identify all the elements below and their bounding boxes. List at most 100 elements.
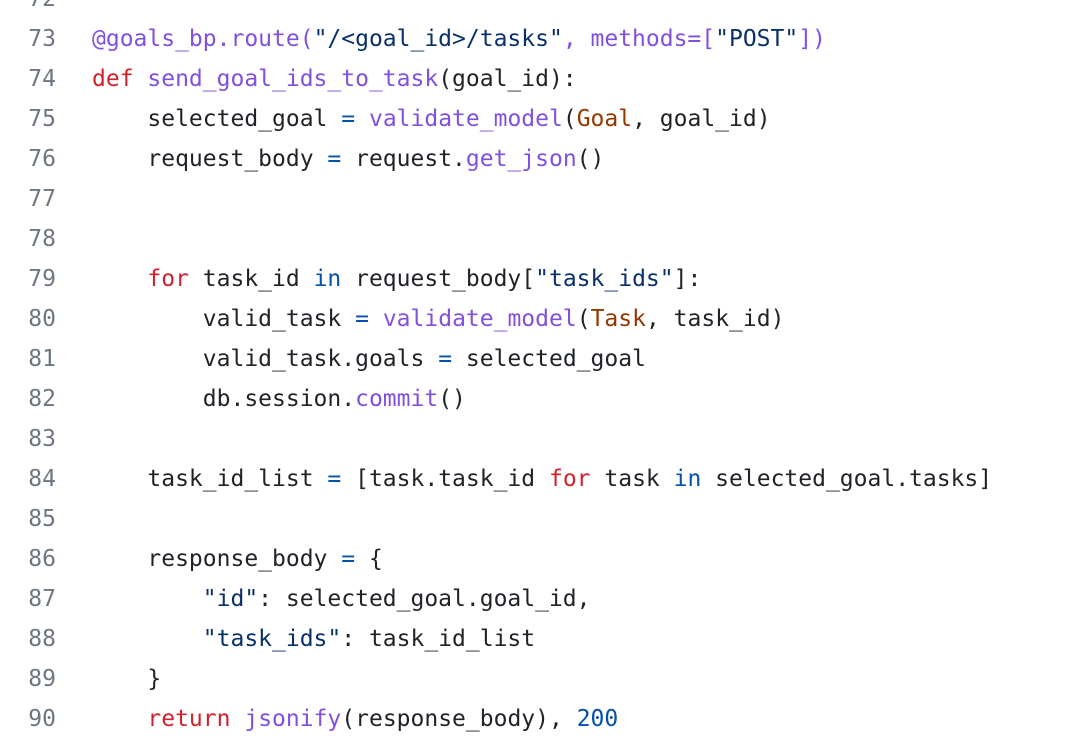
code-token-keyword: return xyxy=(147,706,231,732)
code-token-plain: ( xyxy=(562,106,577,132)
code-text: } xyxy=(56,659,161,699)
code-token-func: commit xyxy=(355,386,439,412)
line-number: 79 xyxy=(28,266,56,292)
code-line: 89 } xyxy=(0,659,992,699)
code-token-decorator: , methods=[ xyxy=(562,26,716,52)
code-token-func: validate_model xyxy=(368,106,563,132)
code-text: def send_goal_ids_to_task(goal_id): xyxy=(56,59,577,99)
code-token-plain: : selected_goal.goal_id, xyxy=(258,586,591,612)
code-token-plain: response_body xyxy=(92,546,342,572)
code-text: db.session.commit() xyxy=(56,379,466,419)
code-token-plain: task xyxy=(590,466,674,492)
code-line: 90 return jsonify(response_body), 200 xyxy=(0,699,992,739)
line-number: 73 xyxy=(28,26,56,52)
code-line: 76 request_body = request.get_json() xyxy=(0,139,992,179)
code-token-func: send_goal_ids_to_task xyxy=(147,66,439,92)
code-token-decorator: ]) xyxy=(798,26,826,52)
code-text: valid_task.goals = selected_goal xyxy=(56,339,646,379)
code-token-func: validate_model xyxy=(382,306,577,332)
code-token-operator: = xyxy=(327,466,342,492)
code-token-keyword: for xyxy=(147,266,189,292)
line-number: 86 xyxy=(28,546,56,572)
code-line: 75 selected_goal = validate_model(Goal, … xyxy=(0,99,992,139)
code-text: return jsonify(response_body), 200 xyxy=(56,699,618,739)
line-number: 83 xyxy=(28,426,56,452)
code-token-plain: (goal_id): xyxy=(438,66,577,92)
code-line: 85 xyxy=(0,499,992,539)
code-line: 81 valid_task.goals = selected_goal xyxy=(0,339,992,379)
code-line: 84 task_id_list = [task.task_id for task… xyxy=(0,459,992,499)
code-token-plain: request_body xyxy=(92,146,328,172)
line-number: 90 xyxy=(28,706,56,732)
code-token-plain: task_id_list xyxy=(92,466,328,492)
line-number: 72 xyxy=(0,0,56,19)
line-number: 82 xyxy=(28,386,56,412)
code-token-class: Task xyxy=(590,306,646,332)
code-token-plain: selected_goal xyxy=(92,106,342,132)
line-number: 80 xyxy=(28,306,56,332)
code-token-plain: } xyxy=(92,666,162,692)
code-text: "task_ids": task_id_list xyxy=(56,619,535,659)
code-token-plain: task_id xyxy=(188,266,314,292)
code-token-plain: request. xyxy=(341,146,466,172)
code-token-string: "task_ids" xyxy=(535,266,674,292)
code-text: "id": selected_goal.goal_id, xyxy=(56,579,591,619)
line-number: 76 xyxy=(28,146,56,172)
code-token-operator: = xyxy=(341,546,356,572)
code-token-plain: ( xyxy=(576,306,591,332)
code-token-operator: = xyxy=(438,346,453,372)
code-line: 82 db.session.commit() xyxy=(0,379,992,419)
line-number: 84 xyxy=(28,466,56,492)
code-text: request_body = request.get_json() xyxy=(56,139,604,179)
code-line: 77 xyxy=(0,179,992,219)
code-token-string: "task_ids" xyxy=(202,626,342,652)
code-token-plain: valid_task xyxy=(92,306,356,332)
code-lines: 72 73@goals_bp.route("/<goal_id>/tasks", … xyxy=(0,0,992,739)
line-number: 89 xyxy=(28,666,56,692)
code-token-plain: (response_body), xyxy=(341,706,577,732)
code-text: @goals_bp.route("/<goal_id>/tasks", meth… xyxy=(56,19,826,59)
code-token-plain: db.session. xyxy=(92,386,356,412)
line-number: 85 xyxy=(28,506,56,532)
code-token-plain: : task_id_list xyxy=(341,626,536,652)
code-token-number: 200 xyxy=(576,706,619,732)
line-number: 74 xyxy=(28,66,56,92)
code-token-operator: = xyxy=(327,146,342,172)
code-token-string: "POST" xyxy=(715,26,799,52)
code-token-plain: selected_goal xyxy=(452,346,646,372)
code-line: 79 for task_id in request_body["task_ids… xyxy=(0,259,992,299)
code-line: 83 xyxy=(0,419,992,459)
code-text: for task_id in request_body["task_ids"]: xyxy=(56,259,701,299)
code-token-plain: { xyxy=(355,546,383,572)
code-token-plain: selected_goal.tasks] xyxy=(701,466,993,492)
line-number: 77 xyxy=(28,186,56,212)
code-token-operator: = xyxy=(355,306,369,332)
code-text: response_body = { xyxy=(56,539,383,579)
code-token-plain: () xyxy=(576,146,605,172)
code-token-plain: () xyxy=(438,386,466,412)
code-token-string: "id" xyxy=(202,586,259,612)
code-token-func: jsonify xyxy=(244,706,342,732)
line-number: 78 xyxy=(28,226,56,252)
code-token-plain: ]: xyxy=(673,266,702,292)
line-number: 87 xyxy=(28,586,56,612)
code-token-func: get_json xyxy=(465,146,577,172)
code-token-plain: [task.task_id xyxy=(341,466,549,492)
code-text: valid_task = validate_model(Task, task_i… xyxy=(56,299,785,339)
code-text: selected_goal = validate_model(Goal, goa… xyxy=(56,99,770,139)
code-line: 78 xyxy=(0,219,992,259)
code-text: task_id_list = [task.task_id for task in… xyxy=(56,459,992,499)
code-token-keyword: def xyxy=(92,66,148,92)
line-number: 75 xyxy=(28,106,56,132)
